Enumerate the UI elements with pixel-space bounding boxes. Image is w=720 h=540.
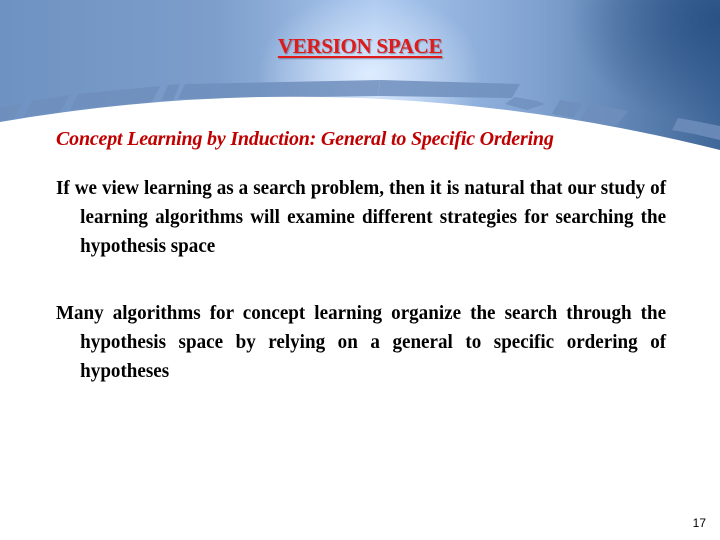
slide-title: VERSION SPACE (277, 34, 443, 58)
page-number: 17 (692, 516, 706, 530)
slide-subtitle: Concept Learning by Induction: General t… (56, 128, 554, 150)
paragraph-2: Many algorithms for concept learning org… (56, 302, 667, 382)
paragraph-1: If we view learning as a search problem,… (56, 177, 667, 257)
